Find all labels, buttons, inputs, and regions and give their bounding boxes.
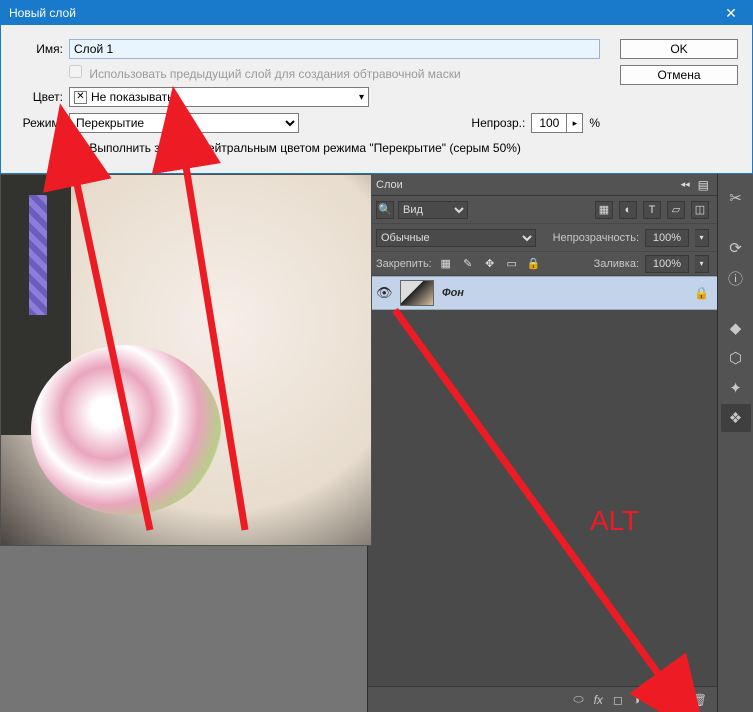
new-layer-dialog: Новый слой ✕ Имя: Использовать предыдущи… — [0, 0, 753, 174]
clip-mask-check — [69, 65, 82, 78]
fill-label: Заливка: — [594, 258, 639, 270]
fill-neutral-checkbox[interactable]: Выполнить заливку нейтральным цветом реж… — [69, 139, 521, 155]
canvas-area — [0, 174, 367, 712]
dialog-close-button[interactable]: ✕ — [710, 1, 752, 25]
layer-name-input[interactable] — [69, 39, 600, 59]
add-adjustment-icon[interactable]: ◑ — [633, 693, 640, 707]
lock-all-icon[interactable]: 🔒 — [526, 256, 542, 272]
add-mask-icon[interactable]: ◻ — [613, 693, 623, 707]
layer-opacity-label: Непрозрачность: — [553, 232, 639, 244]
lock-position-icon[interactable]: ✥ — [482, 256, 498, 272]
opacity-label: Непрозр.: — [471, 116, 525, 130]
panel-menu-button[interactable]: ▤ — [698, 178, 709, 192]
layer-name[interactable]: Фон — [442, 287, 686, 299]
layers-footer: ⬭ fx ◻ ◑ 🗀 ⎘ 🗑 — [368, 686, 717, 712]
lock-pixels-icon[interactable]: ✎ — [460, 256, 476, 272]
document-canvas[interactable] — [0, 174, 372, 546]
cancel-button[interactable]: Отмена — [620, 65, 738, 85]
filter-shape-icon[interactable]: ▱ — [667, 201, 685, 219]
new-layer-icon[interactable]: ⎘ — [672, 692, 682, 707]
color-select[interactable]: ✕ Не показывать ▾ — [69, 87, 369, 107]
layers-panel: Слои ◂◂ ▤ 🔍 Вид ▦ ◐ T ▱ ◫ — [367, 174, 717, 712]
cube-icon[interactable]: ◆ — [721, 314, 751, 342]
layer-opacity-input[interactable] — [645, 229, 689, 247]
delete-layer-icon[interactable]: 🗑 — [692, 693, 707, 707]
dialog-title: Новый слой — [9, 6, 76, 20]
properties-icon[interactable]: ✂ — [721, 184, 751, 212]
paths-icon[interactable]: ✦ — [721, 374, 751, 402]
lock-label: Закрепить: — [376, 258, 432, 270]
new-group-icon[interactable]: 🗀 — [650, 689, 662, 710]
percent-label: % — [589, 116, 600, 130]
layers-icon[interactable]: ❖ — [721, 404, 751, 432]
layer-fill-input[interactable] — [645, 255, 689, 273]
filter-pixel-icon[interactable]: ▦ — [595, 201, 613, 219]
layer-styles-icon[interactable]: fx — [594, 693, 603, 707]
info-icon[interactable]: ⓘ — [721, 264, 751, 292]
link-layers-icon[interactable]: ⬭ — [573, 692, 583, 707]
history-icon[interactable]: ⟳ — [721, 234, 751, 262]
blend-mode-select[interactable]: Перекрытие — [69, 113, 299, 133]
lock-artboard-icon[interactable]: ▭ — [504, 256, 520, 272]
visibility-toggle[interactable]: 👁 — [376, 285, 392, 301]
dialog-titlebar[interactable]: Новый слой ✕ — [1, 1, 752, 25]
layer-thumbnail[interactable] — [400, 280, 434, 306]
filter-adjust-icon[interactable]: ◐ — [619, 201, 637, 219]
filter-type-icon[interactable]: T — [643, 201, 661, 219]
layer-item-background[interactable]: 👁 Фон 🔒 — [368, 276, 717, 310]
lock-transparency-icon[interactable]: ▦ — [438, 256, 454, 272]
swatches-icon[interactable]: ⬡ — [721, 344, 751, 372]
color-label: Цвет: — [15, 90, 63, 104]
workspace: Слои ◂◂ ▤ 🔍 Вид ▦ ◐ T ▱ ◫ — [0, 174, 753, 712]
clip-mask-checkbox: Использовать предыдущий слой для создани… — [69, 65, 461, 81]
search-icon[interactable]: 🔍 — [376, 201, 394, 219]
opacity-flyout-button[interactable]: ▸ — [567, 113, 583, 133]
opacity-input[interactable] — [531, 113, 567, 133]
filter-kind-select[interactable]: Вид — [398, 201, 468, 219]
chevron-down-icon: ▾ — [359, 92, 364, 103]
right-toolstrip: ✂ ⟳ ⓘ ◆ ⬡ ✦ ❖ — [717, 174, 753, 712]
opacity-caret[interactable]: ▾ — [695, 229, 709, 247]
layers-panel-title: Слои — [376, 179, 403, 191]
lock-icon[interactable]: 🔒 — [694, 286, 709, 300]
layer-blend-select[interactable]: Обычные — [376, 229, 536, 247]
layer-list-empty — [368, 310, 717, 686]
none-icon: ✕ — [74, 91, 87, 104]
fill-caret[interactable]: ▾ — [695, 255, 709, 273]
ok-button[interactable]: OK — [620, 39, 738, 59]
mode-label: Режим: — [15, 116, 63, 130]
name-label: Имя: — [15, 42, 63, 56]
filter-smart-icon[interactable]: ◫ — [691, 201, 709, 219]
fill-neutral-check[interactable] — [69, 139, 82, 152]
panel-collapse-button[interactable]: ◂◂ — [679, 179, 692, 190]
